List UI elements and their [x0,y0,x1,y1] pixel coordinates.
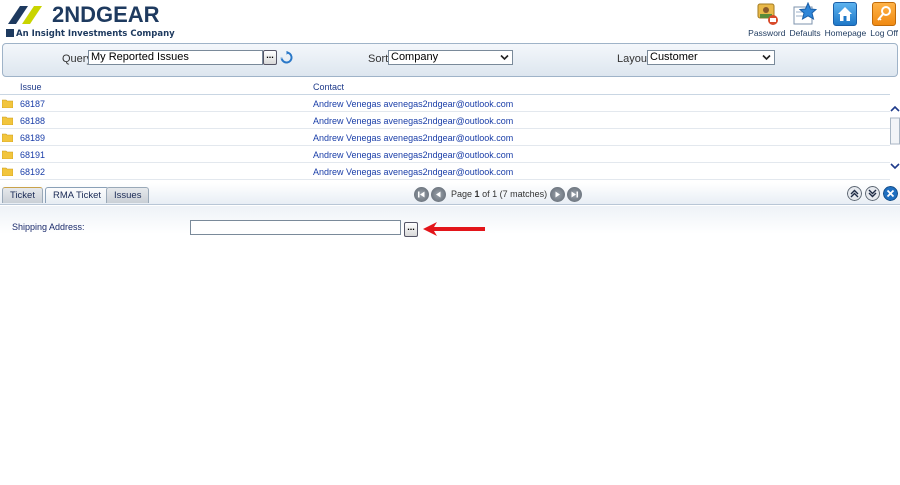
issue-contact: Andrew Venegas avenegas2ndgear@outlook.c… [313,150,514,160]
pager: Page 1 of 1 (7 matches) [414,186,584,202]
issue-contact: Andrew Venegas avenegas2ndgear@outlook.c… [313,133,514,143]
table-row[interactable]: 68188 Andrew Venegas avenegas2ndgear@out… [0,112,890,129]
table-row[interactable]: 68191 Andrew Venegas avenegas2ndgear@out… [0,146,890,163]
log-off-label: Log Off [870,28,898,38]
previous-page-button[interactable] [431,186,446,202]
folder-icon [2,116,13,125]
folder-icon [2,167,13,176]
red-arrow-icon [423,222,485,236]
folder-icon [2,99,13,108]
current-page: 1 [474,189,480,199]
pager-total: of 1 (7 matches) [482,189,548,199]
password-user-icon [755,2,779,26]
column-header-issue[interactable]: Issue [20,82,42,92]
password-button[interactable]: Password [748,2,785,40]
table-row[interactable]: 68189 Andrew Venegas avenegas2ndgear@out… [0,129,890,146]
first-page-icon [418,191,425,197]
grid-header: Issue Contact [0,80,890,95]
home-icon [833,2,858,26]
folder-icon [2,150,13,159]
app-header: 2NDGEAR An Insight Investments Company P… [0,0,900,42]
pager-page-word: Page [451,189,473,199]
grid-scrollbar[interactable] [890,96,900,176]
shipping-address-input[interactable] [190,220,401,235]
password-label: Password [748,28,786,38]
tagline-mark-icon [6,29,14,37]
sort-select-value: Company [391,51,439,63]
next-page-button[interactable] [550,186,566,202]
layout-select[interactable]: Customer [647,50,775,65]
issue-contact: Andrew Venegas avenegas2ndgear@outlook.c… [313,167,514,177]
issue-number[interactable]: 68191 [20,150,45,160]
brand-tagline: An Insight Investments Company [6,29,175,39]
issue-contact: Andrew Venegas avenegas2ndgear@outlook.c… [313,116,514,126]
folder-icon [2,133,13,142]
sort-select[interactable]: Company [388,50,513,65]
key-icon [872,2,897,26]
chevron-down-icon [762,54,771,61]
last-page-button[interactable] [567,186,583,202]
column-header-contact[interactable]: Contact [313,82,344,92]
defaults-label: Defaults [789,28,821,38]
scroll-up-icon[interactable] [890,105,900,112]
tab-ticket[interactable]: Ticket [2,187,43,203]
issue-number[interactable]: 68189 [20,133,45,143]
issue-number[interactable]: 68188 [20,116,45,126]
rma-ticket-form: Shipping Address: ... [0,206,900,485]
issue-contact: Andrew Venegas avenegas2ndgear@outlook.c… [313,99,514,109]
defaults-button[interactable]: Defaults [789,2,821,40]
brand-name: 2NDGEAR [52,2,160,27]
homepage-label: Homepage [824,28,867,38]
issue-number[interactable]: 68187 [20,99,45,109]
star-icon [793,2,818,26]
close-icon[interactable] [883,186,898,201]
chevron-down-icon [500,54,509,61]
log-off-button[interactable]: Log Off [870,2,898,40]
pager-text: Page 1 of 1 (7 matches) [451,189,547,199]
query-input[interactable]: My Reported Issues [88,50,263,65]
tab-rma-ticket[interactable]: RMA Ticket [45,187,110,203]
query-browse-button[interactable]: ... [263,50,277,65]
tab-issues[interactable]: Issues [106,187,150,203]
scroll-down-icon[interactable] [890,163,900,170]
scroll-thumb[interactable] [890,117,900,145]
expand-down-icon[interactable] [865,186,880,201]
brand-logo[interactable]: 2NDGEAR An Insight Investments Company [4,2,175,40]
homepage-button[interactable]: Homepage [824,2,867,40]
header-actions: Password Defaults Homepage Log Off [744,2,898,40]
previous-page-icon [436,191,441,197]
refresh-icon[interactable] [280,51,293,64]
collapse-up-icon[interactable] [847,186,862,201]
last-page-icon [571,191,579,197]
table-row[interactable]: 68192 Andrew Venegas avenegas2ndgear@out… [0,163,890,180]
issues-grid: Issue Contact 68187 Andrew Venegas avene… [0,80,890,180]
brand-tagline-text: An Insight Investments Company [16,29,175,39]
logo-slashes-icon [8,6,42,24]
next-page-icon [555,191,561,197]
shipping-address-label: Shipping Address: [12,222,85,232]
shipping-address-browse-button[interactable]: ... [404,222,418,237]
issue-number[interactable]: 68192 [20,167,45,177]
table-row[interactable]: 68187 Andrew Venegas avenegas2ndgear@out… [0,95,890,112]
query-bar: Query: My Reported Issues ... Sort: Comp… [2,43,898,77]
first-page-button[interactable] [414,186,429,202]
layout-select-value: Customer [650,51,698,63]
